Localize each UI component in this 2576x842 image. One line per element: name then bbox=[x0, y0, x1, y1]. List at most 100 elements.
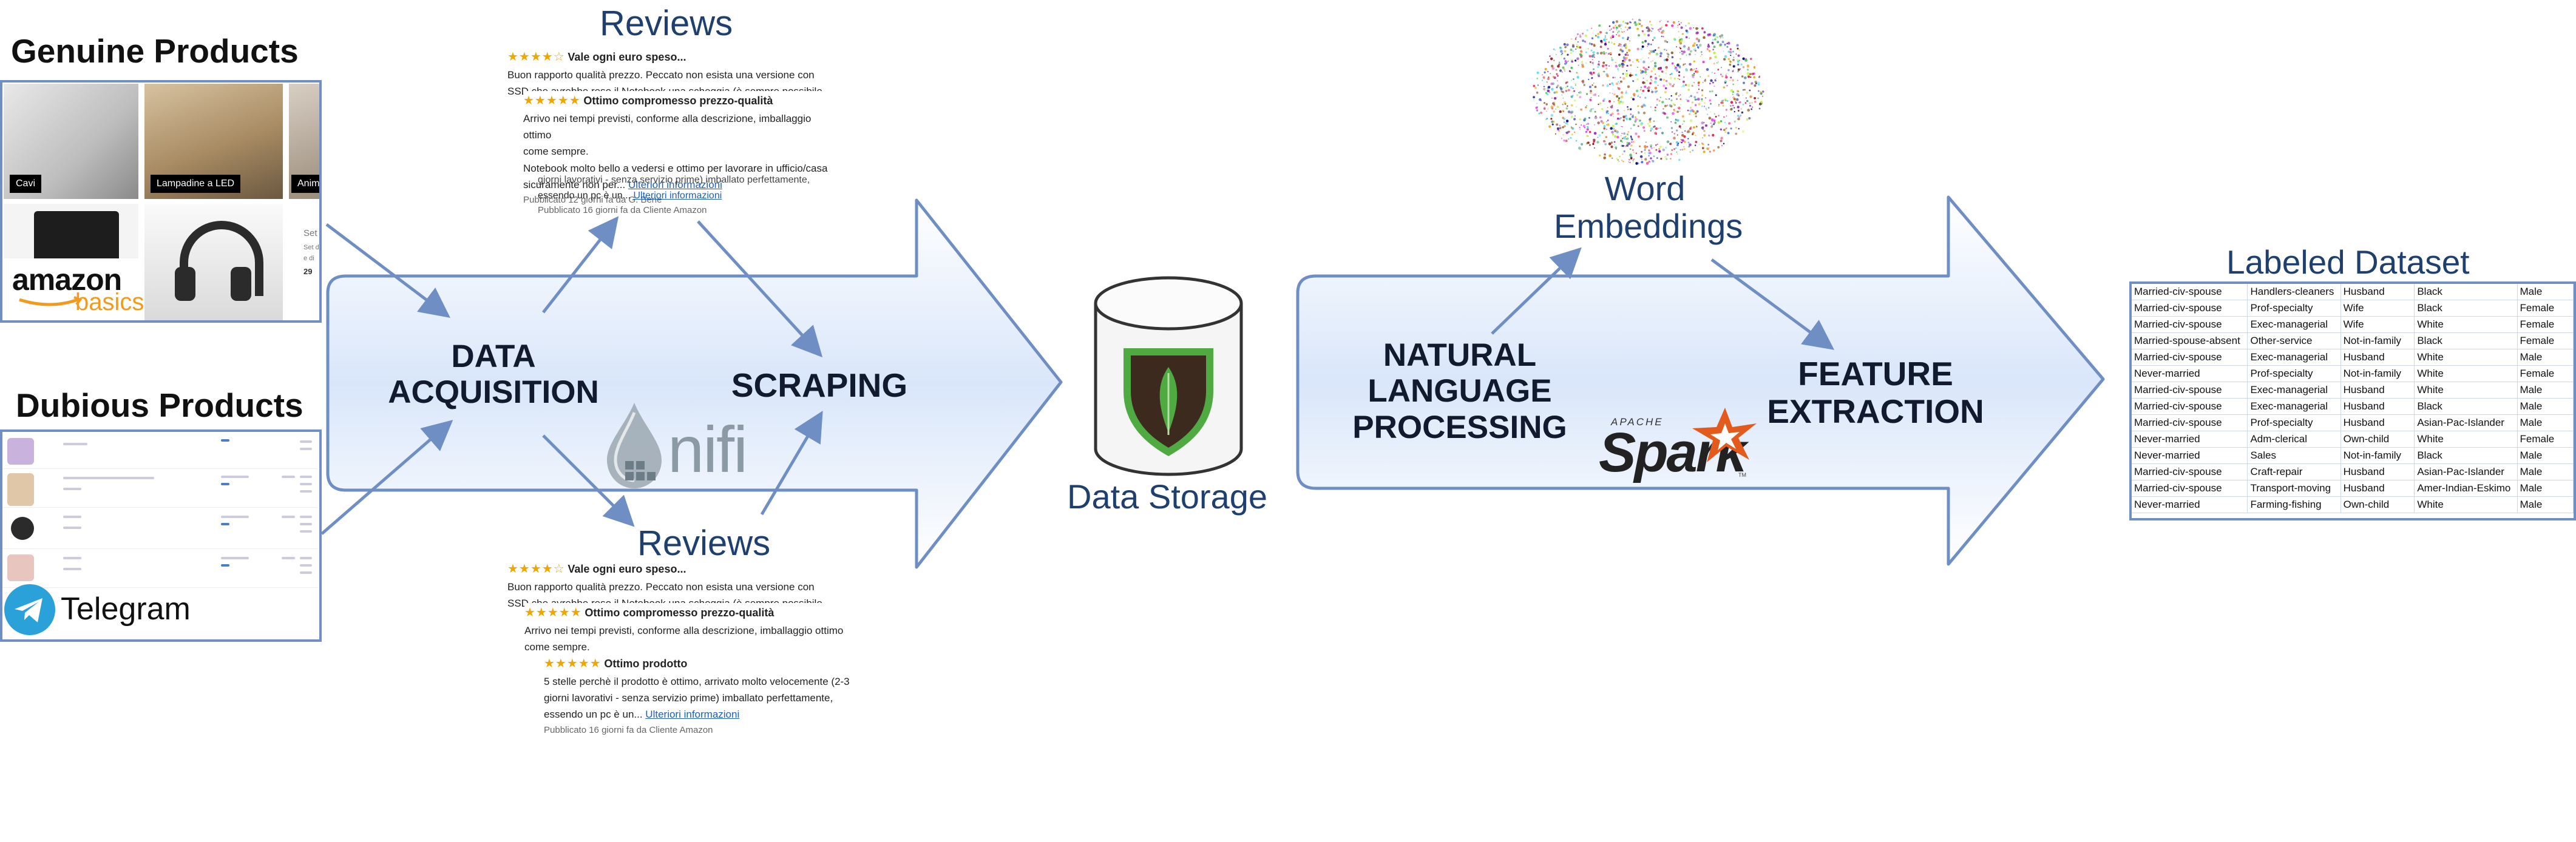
dataset-cell: Married-civ-spouse bbox=[2132, 300, 2248, 317]
labeled-dataset-table[interactable]: Married-civ-spouse Handlers-cleaners Husba… bbox=[2129, 281, 2576, 520]
review-text: come sempre. bbox=[524, 641, 590, 653]
dataset-cell: Black bbox=[2414, 300, 2518, 317]
product-tile-headphones[interactable] bbox=[144, 204, 283, 320]
product-tile-tablet[interactable] bbox=[4, 204, 138, 258]
listing-row[interactable] bbox=[2, 510, 318, 549]
dataset-cell: Amer-Indian-Eskimo bbox=[2414, 480, 2518, 497]
review-text: giorni lavorativi - senza servizio prime… bbox=[538, 175, 810, 185]
dataset-row[interactable]: Married-civ-spouse Transport-moving Husban… bbox=[2132, 480, 2574, 497]
review-text: Arrivo nei tempi previsti, conforme alla… bbox=[523, 113, 812, 141]
dataset-cell: Married-spouse-absent bbox=[2132, 332, 2248, 349]
dataset-cell: Own-child bbox=[2340, 496, 2415, 513]
dataset-row[interactable]: Married-spouse-absent Other-service Not-in… bbox=[2132, 332, 2574, 349]
dataset-cell: Married-civ-spouse bbox=[2132, 284, 2248, 300]
apache-spark-logo: APACHE Spark TM bbox=[1598, 405, 1761, 490]
dataset-grid: Married-civ-spouse Handlers-cleaners Husba… bbox=[2132, 284, 2574, 513]
listing-thumbnail bbox=[11, 517, 34, 540]
dataset-cell: Prof-specialty bbox=[2247, 365, 2341, 382]
genuine-products-title: Genuine Products bbox=[11, 32, 299, 70]
dataset-cell: Black bbox=[2414, 447, 2518, 464]
dataset-cell: White bbox=[2414, 431, 2518, 448]
dataset-cell: Black bbox=[2414, 398, 2518, 415]
trademark-label: TM bbox=[1738, 472, 1746, 478]
product-tile-third[interactable]: Anim bbox=[289, 84, 319, 199]
dataset-cell: Female bbox=[2517, 316, 2574, 333]
listing-row[interactable] bbox=[2, 551, 318, 588]
more-info-link[interactable]: Ulteriori informazioni bbox=[633, 190, 722, 201]
listing-thumbnail bbox=[7, 438, 34, 465]
dataset-row[interactable]: Married-civ-spouse Exec-managerial Husband… bbox=[2132, 382, 2574, 399]
dataset-cell: Male bbox=[2517, 349, 2574, 366]
review-meta: Pubblicato 16 giorni fa da Cliente Amazo… bbox=[538, 205, 707, 216]
reviews-bottom-title: Reviews bbox=[637, 524, 771, 563]
more-info-link[interactable]: Ulteriori informazioni bbox=[645, 709, 739, 720]
dataset-row[interactable]: Married-civ-spouse Craft-repair Husband Asi… bbox=[2132, 463, 2574, 480]
product-caption: 29 bbox=[303, 267, 313, 276]
stage-line: PROCESSING bbox=[1352, 409, 1567, 445]
star-rating-icon: ★★★★☆ bbox=[507, 562, 565, 576]
dataset-cell: Female bbox=[2517, 431, 2574, 448]
review-title: Ottimo prodotto bbox=[604, 658, 688, 670]
review-title: Vale ogni euro speso... bbox=[568, 51, 686, 63]
stage-line: FEATURE bbox=[1798, 355, 1953, 392]
dataset-cell: Married-civ-spouse bbox=[2132, 398, 2248, 415]
dataset-cell: Sales bbox=[2247, 447, 2341, 464]
listing-thumbnail bbox=[7, 473, 34, 506]
product-tile-set[interactable]: Set Set di e di 29 bbox=[289, 204, 319, 320]
dataset-cell: Black bbox=[2414, 284, 2518, 300]
label-line: Word bbox=[1604, 169, 1686, 207]
dataset-cell: Male bbox=[2517, 496, 2574, 513]
review-card[interactable]: ★★★★★ Ottimo compromesso prezzo-qualità … bbox=[524, 603, 864, 656]
dataset-row[interactable]: Married-civ-spouse Prof-specialty Wife Blac… bbox=[2132, 300, 2574, 317]
dubious-products-panel[interactable]: Telegram bbox=[0, 429, 322, 642]
review-text: Arrivo nei tempi previsti, conforme alla… bbox=[524, 625, 844, 636]
dataset-row[interactable]: Married-civ-spouse Exec-managerial Husband… bbox=[2132, 398, 2574, 415]
dataset-cell: Female bbox=[2517, 365, 2574, 382]
dataset-cell: Male bbox=[2517, 284, 2574, 300]
dataset-cell: Craft-repair bbox=[2247, 463, 2341, 480]
dataset-row[interactable]: Never-married Adm-clerical Own-child White F… bbox=[2132, 431, 2574, 448]
dataset-cell: Exec-managerial bbox=[2247, 349, 2341, 366]
product-tile-cables[interactable]: Cavi bbox=[4, 84, 138, 199]
listing-row[interactable] bbox=[2, 470, 318, 508]
dataset-row[interactable]: Never-married Sales Not-in-family Black Male bbox=[2132, 447, 2574, 464]
feature-extraction-label: FEATURE EXTRACTION bbox=[1757, 355, 1994, 430]
dataset-row[interactable]: Never-married Prof-specialty Not-in-family… bbox=[2132, 365, 2574, 382]
listing-row[interactable] bbox=[2, 434, 318, 469]
dataset-cell: Male bbox=[2517, 414, 2574, 431]
dataset-cell: Husband bbox=[2340, 398, 2415, 415]
dataset-cell: Other-service bbox=[2247, 332, 2341, 349]
review-text: 5 stelle perchè il prodotto è ottimo, ar… bbox=[544, 676, 850, 687]
dataset-cell: Male bbox=[2517, 398, 2574, 415]
dataset-cell: Black bbox=[2414, 332, 2518, 349]
dataset-row[interactable]: Married-civ-spouse Prof-specialty Husband A… bbox=[2132, 414, 2574, 431]
review-card[interactable]: ★★★★★ Ottimo prodotto 5 stelle perchè il… bbox=[544, 654, 878, 738]
label-line: Embeddings bbox=[1554, 206, 1743, 245]
star-rating-icon: ★★★★★ bbox=[523, 94, 581, 107]
amazon-smile-icon bbox=[19, 296, 83, 306]
dataset-cell: Married-civ-spouse bbox=[2132, 349, 2248, 366]
database-cylinder-icon bbox=[1094, 276, 1243, 476]
review-card[interactable]: giorni lavorativi - senza servizio prime… bbox=[538, 172, 835, 217]
dataset-cell: Exec-managerial bbox=[2247, 316, 2341, 333]
star-rating-icon: ★★★★☆ bbox=[507, 50, 565, 64]
dataset-cell: Husband bbox=[2340, 349, 2415, 366]
review-text: come sempre. bbox=[523, 146, 589, 158]
dataset-cell: Never-married bbox=[2132, 447, 2248, 464]
stage-line: LANGUAGE bbox=[1368, 373, 1552, 409]
product-tile-led[interactable]: Lampadine a LED bbox=[144, 84, 283, 199]
dataset-cell: Husband bbox=[2340, 284, 2415, 300]
labeled-dataset-title: Labeled Dataset bbox=[2226, 243, 2470, 281]
telegram-label: Telegram bbox=[61, 591, 191, 627]
dataset-cell: Own-child bbox=[2340, 431, 2415, 448]
dataset-row[interactable]: Never-married Farming-fishing Own-child Whi… bbox=[2132, 496, 2574, 513]
dataset-row[interactable]: Married-civ-spouse Handlers-cleaners Husba… bbox=[2132, 284, 2574, 300]
dataset-row[interactable]: Married-civ-spouse Exec-managerial Wife Whi… bbox=[2132, 316, 2574, 333]
genuine-products-panel[interactable]: Cavi Lampadine a LED Anim Set Set di e d… bbox=[0, 80, 322, 323]
scraping-label: SCRAPING bbox=[731, 366, 908, 404]
dataset-cell: Male bbox=[2517, 463, 2574, 480]
review-title: Ottimo compromesso prezzo-qualità bbox=[583, 95, 773, 107]
dataset-row[interactable]: Married-civ-spouse Exec-managerial Husband… bbox=[2132, 349, 2574, 366]
dataset-cell: Husband bbox=[2340, 382, 2415, 399]
telegram-icon bbox=[4, 584, 55, 635]
